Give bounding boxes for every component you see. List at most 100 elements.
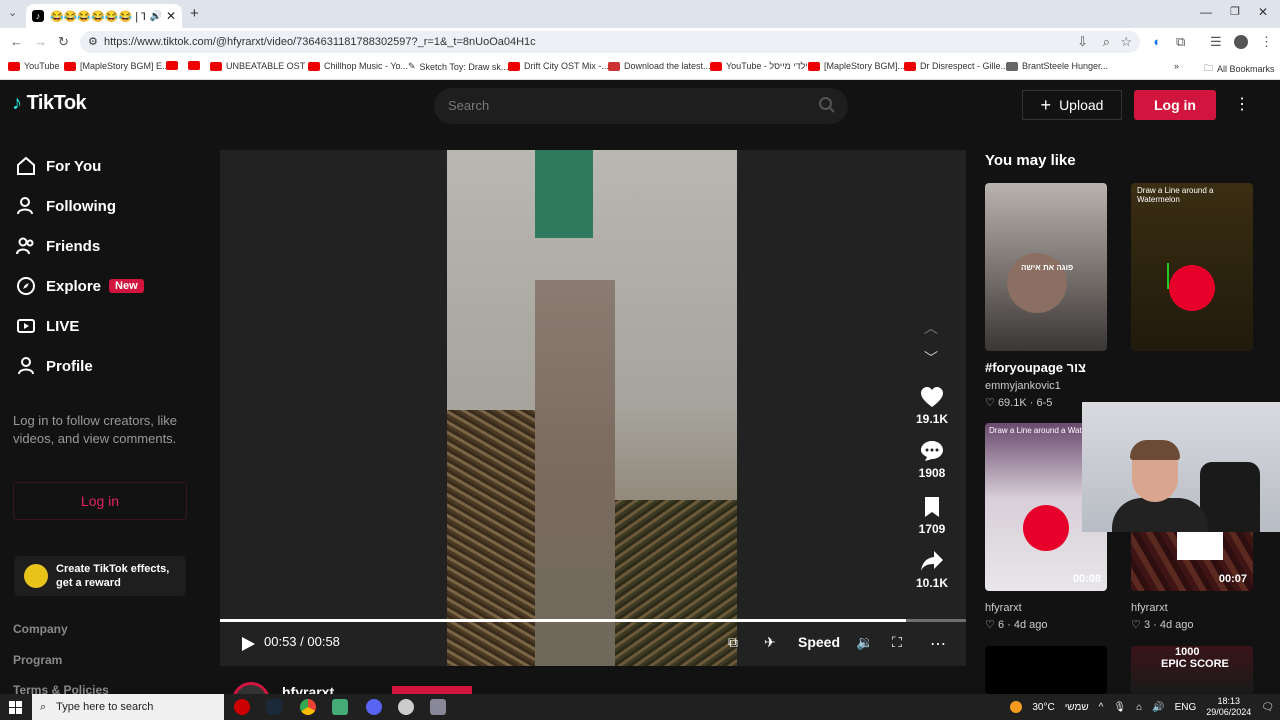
reload-icon[interactable]: ↻ (58, 34, 69, 50)
app-icon[interactable] (332, 699, 348, 715)
bookmark-item[interactable]: Chillhop Music - Yo... (308, 61, 408, 71)
microphone-icon[interactable]: 🎙 (1113, 702, 1126, 713)
bookmark-item[interactable]: [MapleStory BGM]... (808, 61, 905, 71)
nav-profile[interactable]: Profile (16, 351, 93, 381)
maximize-icon[interactable]: ❐ (1230, 5, 1240, 18)
login-button[interactable]: Log in (1134, 90, 1216, 120)
app-icon[interactable] (430, 699, 446, 715)
bookmark-item[interactable]: [MapleStory BGM] E... (64, 61, 170, 71)
video-frame[interactable] (447, 150, 737, 666)
volume-icon[interactable]: 🔊 (1152, 702, 1164, 713)
save-button[interactable]: 1709 (914, 496, 950, 536)
zoom-icon[interactable]: ⌕ (1103, 31, 1110, 53)
minimize-icon[interactable]: — (1200, 5, 1212, 19)
app-icon[interactable] (398, 699, 414, 715)
steam-icon[interactable] (266, 699, 282, 715)
url-text: https://www.tiktok.com/@hfyrarxt/video/7… (104, 36, 536, 48)
progress-bar[interactable] (220, 619, 966, 622)
card-author[interactable]: emmyjankovic1 (985, 380, 1061, 392)
chrome-menu-icon[interactable]: ⋮ (1260, 34, 1273, 50)
clock[interactable]: 18:13 29/06/2024 (1206, 696, 1251, 718)
like-button[interactable]: 19.1K (914, 386, 950, 426)
browser-tab[interactable]: ♪ 😂😂😂😂😂😂 | TikTok 🔊 ✕ (26, 4, 182, 28)
bookmark-item[interactable]: YouTube (8, 61, 59, 71)
discord-icon[interactable] (366, 699, 382, 715)
video-card[interactable]: 1000 EPIC SCORE (1131, 646, 1253, 694)
autoscroll-icon[interactable]: ✈ (764, 634, 776, 651)
bookmark-item[interactable]: BrantSteele Hunger... (1006, 61, 1108, 71)
nav-friends[interactable]: Friends (16, 231, 100, 261)
audio-icon[interactable]: 🔊 (149, 11, 161, 22)
sidebar-login-button[interactable]: Log in (13, 482, 187, 520)
create-effects-banner[interactable]: Create TikTok effects, get a reward (14, 556, 186, 596)
back-icon[interactable]: ← (10, 34, 23, 49)
share-button[interactable]: 10.1K (914, 550, 950, 590)
windows-start-icon[interactable] (9, 701, 22, 714)
bookmark-item[interactable]: Dr Disrespect - Gille... (904, 61, 1008, 71)
nav-following[interactable]: Following (16, 191, 116, 221)
card-caption[interactable]: #foryoupage צור (985, 360, 1086, 375)
card-overlay-text: EPIC SCORE (1161, 658, 1229, 670)
forward-icon[interactable]: → (34, 34, 47, 49)
prev-video-icon[interactable]: ︿ (924, 318, 938, 338)
language-indicator[interactable]: ENG (1175, 702, 1197, 713)
install-icon[interactable]: ⇩ (1077, 31, 1088, 53)
upload-button[interactable]: + Upload (1022, 90, 1122, 120)
youtube-icon (8, 61, 20, 71)
app-icon[interactable] (234, 699, 250, 715)
weather-icon[interactable] (1010, 701, 1023, 713)
nav-explore[interactable]: Explore New (16, 271, 144, 301)
bookmark-item[interactable]: Drift City OST Mix -... (508, 61, 609, 71)
extension-icon[interactable]: ◖ (1152, 34, 1160, 49)
card-author[interactable]: hfyrarxt (1131, 602, 1168, 614)
bookmarks-overflow-icon[interactable]: » (1174, 61, 1179, 71)
next-video-icon[interactable]: ﹀ (924, 348, 938, 368)
card-author[interactable]: hfyrarxt (985, 602, 1022, 614)
video-player[interactable]: ︿ ﹀ 19.1K 1908 1709 10.1K 00:53 / 00:58 … (220, 150, 966, 666)
reading-list-icon[interactable]: ☰ (1210, 34, 1222, 50)
extensions-puzzle-icon[interactable]: ⧉ (1176, 34, 1185, 50)
bookmark-item[interactable]: YouTube - ילדי מייסל (710, 61, 808, 71)
tray-up-icon[interactable]: ^ (1099, 702, 1104, 713)
speed-button[interactable]: Speed (798, 634, 840, 650)
close-tab-icon[interactable]: ✕ (166, 9, 176, 23)
site-info-icon[interactable]: ⚙ (88, 31, 98, 53)
video-card[interactable] (985, 646, 1107, 694)
weather-temp[interactable]: 30°C (1032, 702, 1054, 713)
bookmark-star-icon[interactable]: ☆ (1120, 31, 1132, 53)
play-icon[interactable] (240, 636, 256, 652)
network-icon[interactable]: ⌂ (1136, 702, 1142, 713)
all-bookmarks[interactable]: 🗀 All Bookmarks (1204, 61, 1275, 77)
footer-company[interactable]: Company (13, 622, 68, 636)
bookmark-item[interactable]: Download the latest... (608, 61, 711, 71)
volume-icon[interactable]: 🔉 (856, 634, 873, 651)
tiktok-logo[interactable]: ♪ TikTok (12, 92, 87, 115)
taskbar-search-input[interactable]: ⌕ Type here to search (32, 694, 224, 720)
chrome-icon[interactable] (300, 699, 316, 715)
footer-program[interactable]: Program (13, 653, 62, 667)
fullscreen-icon[interactable]: ⛶ (892, 634, 902, 651)
bookmark-icon (925, 497, 939, 517)
player-more-icon[interactable]: ⋯ (930, 634, 946, 654)
weather-desc[interactable]: שמשי (1065, 702, 1089, 713)
pip-icon[interactable]: ⧉ (728, 634, 738, 651)
more-options-icon[interactable]: ⋮ (1234, 94, 1250, 114)
url-bar[interactable]: ⚙ https://www.tiktok.com/@hfyrarxt/video… (80, 31, 1140, 53)
bookmark-item[interactable]: ✎ Sketch Toy: Draw sk... (408, 61, 508, 72)
video-card[interactable]: פוגה את אישה (985, 183, 1107, 351)
search-icon[interactable] (818, 96, 836, 114)
bookmark-item[interactable] (166, 61, 182, 70)
video-card[interactable]: Draw a Line around a Watermelon (1131, 183, 1253, 351)
heart-outline-icon: ♡ (985, 397, 995, 409)
nav-live[interactable]: LIVE (16, 311, 79, 341)
comment-button[interactable]: 1908 (914, 440, 950, 480)
bookmark-item[interactable]: UNBEATABLE OST -... (210, 61, 318, 71)
profile-avatar[interactable] (1234, 35, 1248, 49)
new-tab-icon[interactable]: + (190, 5, 199, 22)
search-input[interactable]: Search (434, 88, 848, 124)
tab-search-icon[interactable]: ⌄ (8, 6, 17, 19)
close-window-icon[interactable]: ✕ (1258, 5, 1268, 19)
nav-for-you[interactable]: For You (16, 151, 101, 181)
notifications-icon[interactable]: 🗨 (1261, 702, 1274, 713)
bookmark-item[interactable] (188, 61, 204, 70)
